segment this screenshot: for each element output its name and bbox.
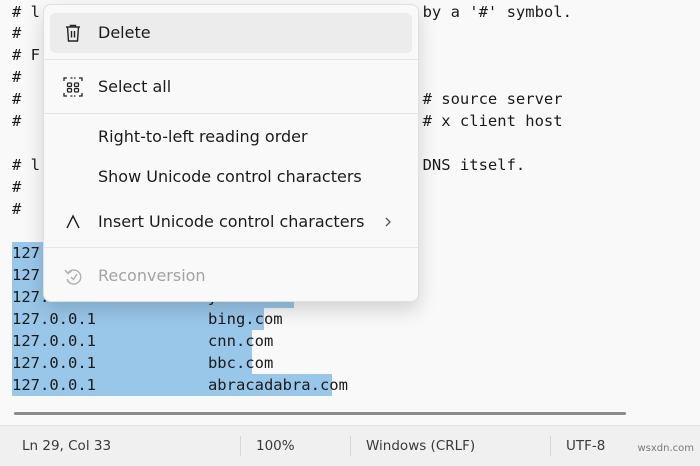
editor-line: # [12,68,22,86]
menu-separator [44,113,418,114]
show-unicode-label: Show Unicode control characters [98,167,362,186]
menu-separator [44,247,418,248]
watermark: wsxdn.com [637,443,694,454]
editor-line: # [12,24,22,42]
status-divider [350,436,351,456]
reconversion-menu-item[interactable]: Reconversion [50,256,412,296]
insert-unicode-menu-item[interactable]: Insert Unicode control characters [50,202,412,242]
cursor-position: Ln 29, Col 33 [22,438,112,454]
rtl-reading-order-label: Right-to-left reading order [98,127,308,146]
show-unicode-menu-item[interactable]: Show Unicode control characters [50,157,412,197]
select-all-icon [62,76,84,98]
zoom-level[interactable]: 100% [256,426,295,465]
encoding[interactable]: UTF-8 [566,426,605,465]
delete-menu-item[interactable]: Delete [50,13,412,53]
line-ending[interactable]: Windows (CRLF) [366,426,475,465]
delete-label: Delete [98,23,151,42]
status-bar: Ln 29, Col 33 100% Windows (CRLF) UTF-8 [0,425,700,465]
select-all-label: Select all [98,77,172,96]
caret-icon [62,211,84,233]
select-all-menu-item[interactable]: Select all [50,67,412,107]
editor-line: 127.0.0.1 abracadabra.com [12,376,348,394]
editor-line: 127.0.0.1 cnn.com [12,332,274,350]
trash-icon [62,22,84,44]
status-divider [240,436,241,456]
chevron-right-icon [382,212,394,232]
menu-separator [44,59,418,60]
rtl-reading-order-menu-item[interactable]: Right-to-left reading order [50,117,412,157]
reconversion-icon [62,265,84,287]
context-menu: Delete Select all Right-to-left reading … [43,4,419,302]
status-divider [550,436,551,456]
editor-line: # [12,200,22,218]
horizontal-scrollbar[interactable] [14,412,626,415]
editor-line: # F [12,46,40,64]
editor-line: # [12,178,22,196]
editor-line: 127.0.0.1 bing.com [12,310,283,328]
insert-unicode-label: Insert Unicode control characters [98,212,365,231]
editor-line: 127.0.0.1 bbc.com [12,354,274,372]
reconversion-label: Reconversion [98,266,206,285]
